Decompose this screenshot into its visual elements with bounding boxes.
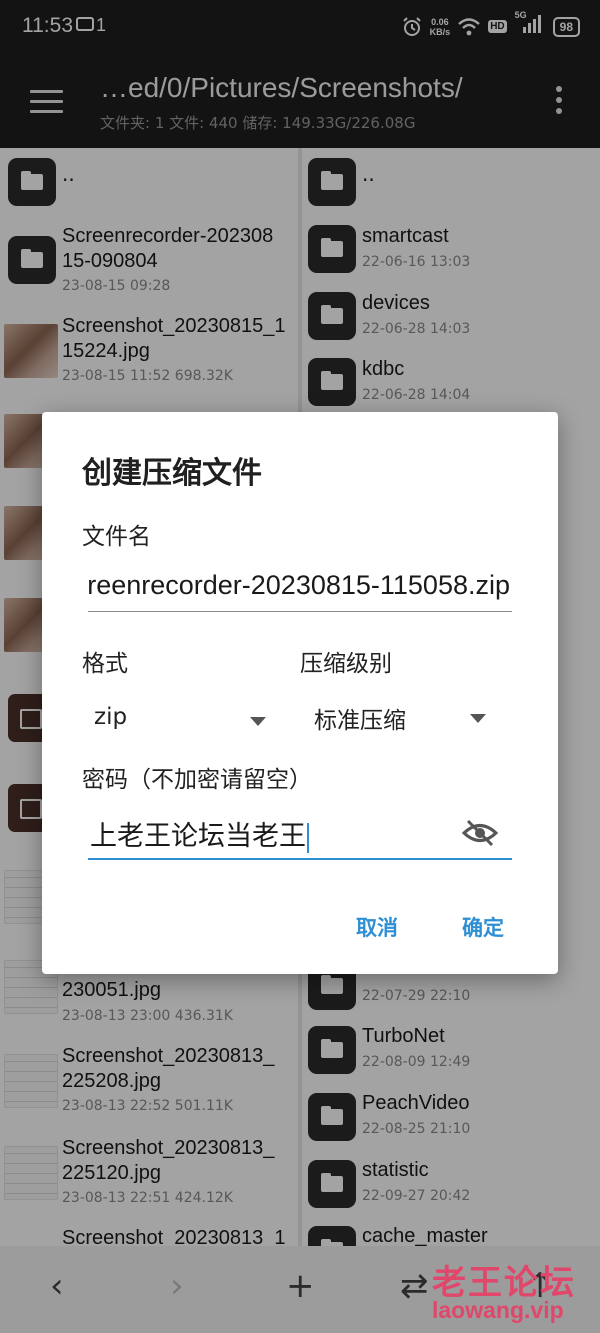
format-value: zip — [94, 704, 128, 730]
password-value: 上老王论坛当老王 — [90, 814, 309, 853]
format-label: 格式 — [82, 651, 128, 677]
password-label: 密码（不加密请留空） — [82, 767, 312, 793]
text-cursor — [307, 822, 309, 853]
compression-level-select[interactable]: 标准压缩 — [314, 701, 494, 741]
watermark-url: laowang.vip — [432, 1297, 564, 1323]
compression-level-label: 压缩级别 — [300, 651, 392, 677]
cancel-button[interactable]: 取消 — [356, 912, 398, 942]
compression-level-value: 标准压缩 — [314, 708, 406, 734]
chevron-down-icon — [250, 717, 266, 726]
filename-value: Screenrecorder-20230815-115058.zip — [88, 570, 510, 600]
chevron-down-icon — [470, 714, 486, 723]
filename-label: 文件名 — [82, 524, 151, 550]
dialog-title: 创建压缩文件 — [82, 456, 262, 491]
create-archive-dialog: 创建压缩文件 文件名 Screenrecorder-20230815-11505… — [42, 412, 558, 974]
password-input[interactable]: 上老王论坛当老王 — [88, 810, 512, 860]
confirm-button[interactable]: 确定 — [462, 912, 504, 942]
format-select[interactable]: zip — [94, 704, 274, 744]
filename-input[interactable]: Screenrecorder-20230815-115058.zip — [88, 570, 512, 612]
eye-off-icon[interactable] — [462, 818, 498, 848]
